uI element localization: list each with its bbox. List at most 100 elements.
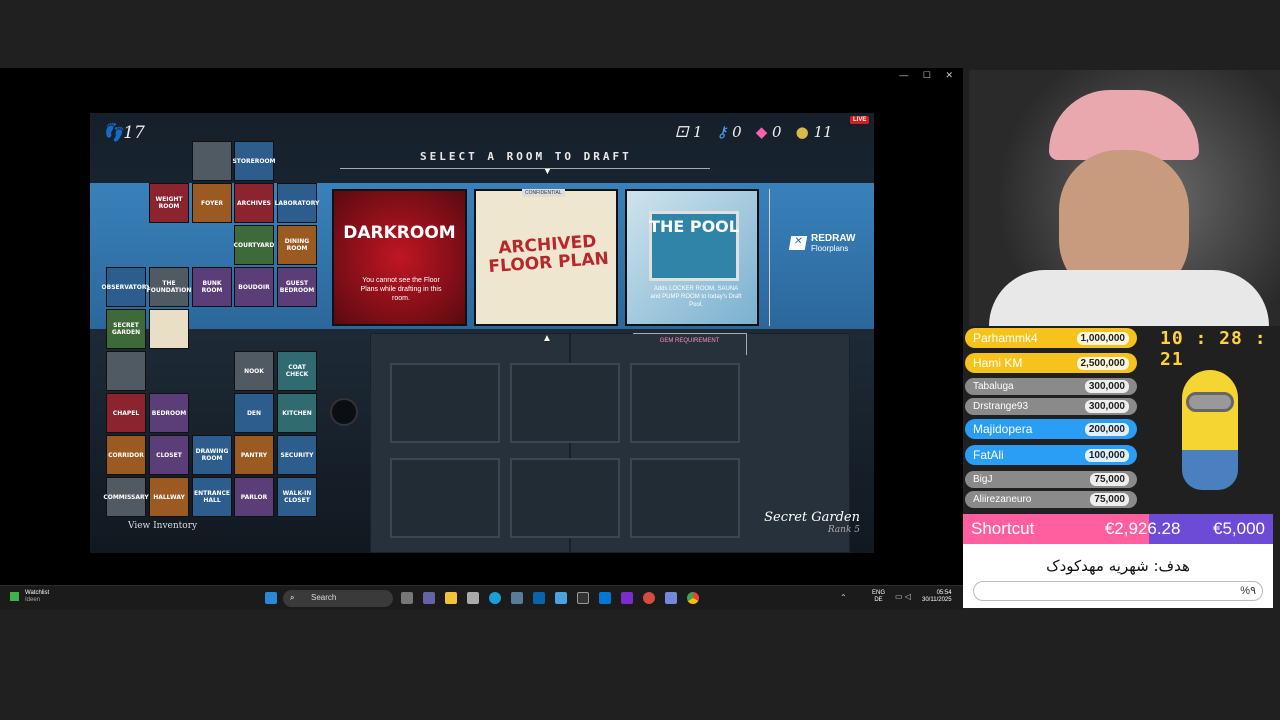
watchlist-widget[interactable]: Watchlist Ideen bbox=[25, 590, 49, 604]
room-card-darkroom[interactable]: DARKROOM You cannot see the Floor Plans … bbox=[332, 189, 467, 326]
teams-icon[interactable] bbox=[423, 592, 435, 604]
watchlist-icon[interactable] bbox=[10, 592, 19, 601]
map-room[interactable]: GUEST BEDROOM bbox=[277, 267, 317, 307]
map-room[interactable]: SECURITY bbox=[277, 435, 317, 475]
map-room[interactable]: HALLWAY bbox=[149, 477, 189, 517]
map-room[interactable]: ARCHIVES bbox=[234, 183, 274, 223]
donation-goal-bar: Shortcut €2,926.28 €5,000 bbox=[963, 514, 1273, 544]
card-title: THE POOL bbox=[649, 217, 739, 236]
door-panel bbox=[390, 363, 500, 443]
outlook-icon[interactable] bbox=[533, 592, 545, 604]
map-room[interactable]: KITCHEN bbox=[277, 393, 317, 433]
window-controls[interactable]: — ☐ ✕ bbox=[899, 70, 959, 81]
map-room[interactable]: FOYER bbox=[192, 183, 232, 223]
map-room[interactable]: ENTRANCE HALL bbox=[192, 477, 232, 517]
map-room[interactable] bbox=[192, 141, 232, 181]
app-icon[interactable] bbox=[511, 592, 523, 604]
map-room[interactable]: COAT CHECK bbox=[277, 351, 317, 391]
room-card-archived-floor-plan[interactable]: CONFIDENTIAL ARCHIVED FLOOR PLAN bbox=[474, 189, 618, 326]
map-room[interactable]: DEN bbox=[234, 393, 274, 433]
donor-leaderboard: Parhammk4 1,000,000 Hami KM 2,500,000 Taba… bbox=[963, 326, 1138, 514]
edge-icon[interactable] bbox=[489, 592, 501, 604]
map-room[interactable]: CLOSET bbox=[149, 435, 189, 475]
map-room[interactable] bbox=[106, 351, 146, 391]
language-indicator[interactable]: ENG DE bbox=[872, 590, 885, 604]
map-room[interactable]: BUNK ROOM bbox=[192, 267, 232, 307]
rider-icon[interactable] bbox=[621, 592, 633, 604]
confidential-stamp: CONFIDENTIAL bbox=[522, 189, 565, 197]
lang-label: ENG bbox=[872, 590, 886, 596]
taskbar-search[interactable]: Search bbox=[283, 590, 393, 607]
room-card-the-pool[interactable]: THE POOL Adds LOCKER ROOM, SAUNA and PUM… bbox=[625, 189, 759, 326]
dice-icon: ⚀ bbox=[675, 123, 689, 141]
donor-amount: 200,000 bbox=[1084, 422, 1129, 436]
view-inventory-button[interactable]: View Inventory bbox=[128, 521, 197, 531]
card-title: DARKROOM bbox=[343, 223, 456, 243]
search-icon: ⌕ bbox=[290, 593, 295, 602]
terminal-icon[interactable] bbox=[577, 592, 589, 604]
map-room[interactable]: SECRET GARDEN bbox=[106, 309, 146, 349]
map-room[interactable]: PARLOR bbox=[234, 477, 274, 517]
goal-title: هدف: شهریه مهدکودک bbox=[1046, 557, 1190, 575]
map-room[interactable]: WEIGHT ROOM bbox=[149, 183, 189, 223]
coins-counter: ● 11 bbox=[795, 123, 833, 141]
discord-icon[interactable] bbox=[665, 592, 677, 604]
app-icon[interactable] bbox=[555, 592, 567, 604]
network-volume-icons[interactable]: ▭ ◁ bbox=[895, 592, 911, 601]
keyhole-icon bbox=[330, 398, 358, 426]
map-room[interactable]: DRAWING ROOM bbox=[192, 435, 232, 475]
draft-title: SELECT A ROOM TO DRAFT bbox=[420, 150, 632, 163]
coin-icon: ● bbox=[795, 123, 809, 141]
map-room[interactable]: NOOK bbox=[234, 351, 274, 391]
taskbar-date: 30/11/2025 bbox=[922, 597, 952, 603]
store-icon[interactable] bbox=[467, 592, 479, 604]
map-room[interactable] bbox=[149, 309, 189, 349]
map-room[interactable]: LABORATORY bbox=[275, 183, 319, 223]
redraw-sub: Floorplans bbox=[811, 244, 849, 253]
map-room[interactable]: DINING ROOM bbox=[277, 225, 317, 265]
map-room[interactable]: CHAPEL bbox=[106, 393, 146, 433]
game-viewport[interactable]: 👣17 ⚀ 1 ⚷ 0 ◆ 0 ● 11 LIVE SELECT A ROOM … bbox=[90, 113, 874, 553]
donor-amount: 300,000 bbox=[1084, 380, 1129, 393]
donor-amount: 1,000,000 bbox=[1076, 331, 1129, 345]
donor-row: Aliirezaneuro 75,000 bbox=[965, 491, 1137, 508]
card-range-rule bbox=[769, 189, 770, 326]
screen: — ☐ ✕ 👣17 ⚀ 1 ⚷ 0 ◆ 0 ● 11 LIVE SELECT A… bbox=[0, 0, 1280, 720]
redraw-button[interactable]: ✕ REDRAW Floorplans bbox=[788, 233, 855, 253]
card-text: You cannot see the Floor Plans while dra… bbox=[360, 277, 442, 302]
donor-row: FatAli 100,000 bbox=[965, 445, 1137, 465]
door-panel bbox=[630, 458, 740, 538]
file-explorer-icon[interactable] bbox=[445, 592, 457, 604]
goal-progress-bar: %٩ bbox=[973, 581, 1263, 601]
shortcut-target: €5,000 bbox=[1212, 519, 1265, 538]
map-room[interactable]: COURTYARD bbox=[234, 225, 274, 265]
location-name: Secret Garden bbox=[764, 510, 860, 525]
windows-start-icon[interactable] bbox=[265, 592, 277, 604]
chrome-icon[interactable] bbox=[687, 592, 699, 604]
donor-name: BigJ bbox=[973, 474, 993, 485]
shortcut-label: Shortcut bbox=[971, 519, 1035, 538]
map-room[interactable]: BOUDOIR bbox=[234, 267, 274, 307]
app-icon[interactable] bbox=[643, 592, 655, 604]
donor-amount: 75,000 bbox=[1090, 473, 1129, 486]
map-room[interactable]: WALK-IN CLOSET bbox=[277, 477, 317, 517]
mansion-map[interactable]: STOREROOM WEIGHT ROOM FOYER ARCHIVES LAB… bbox=[102, 141, 322, 523]
vscode-icon[interactable] bbox=[599, 592, 611, 604]
steps-counter: 👣17 bbox=[102, 123, 145, 143]
clock-widget[interactable]: 05:54 30/11/2025 bbox=[922, 590, 952, 604]
map-room[interactable]: PANTRY bbox=[234, 435, 274, 475]
redraw-icon: ✕ bbox=[788, 236, 808, 250]
map-room[interactable]: THE FOUNDATION bbox=[147, 267, 191, 307]
live-badge: LIVE bbox=[850, 116, 870, 124]
key-icon: ⚷ bbox=[716, 123, 728, 141]
map-room[interactable]: OBSERVATORY bbox=[102, 267, 150, 307]
taskbar: Watchlist Ideen Search ⌕ ⌃ ENG DE ▭ ◁ 05… bbox=[0, 585, 963, 610]
map-room[interactable]: STOREROOM bbox=[232, 141, 276, 181]
map-room[interactable]: CORRIDOR bbox=[106, 435, 146, 475]
minion-mascot bbox=[1150, 350, 1270, 510]
chevron-up-icon[interactable]: ⌃ bbox=[840, 593, 847, 602]
task-view-icon[interactable] bbox=[401, 592, 413, 604]
gem-icon: ◆ bbox=[755, 123, 768, 141]
map-room[interactable]: COMMISSARY bbox=[103, 477, 149, 517]
map-room[interactable]: BEDROOM bbox=[149, 393, 189, 433]
